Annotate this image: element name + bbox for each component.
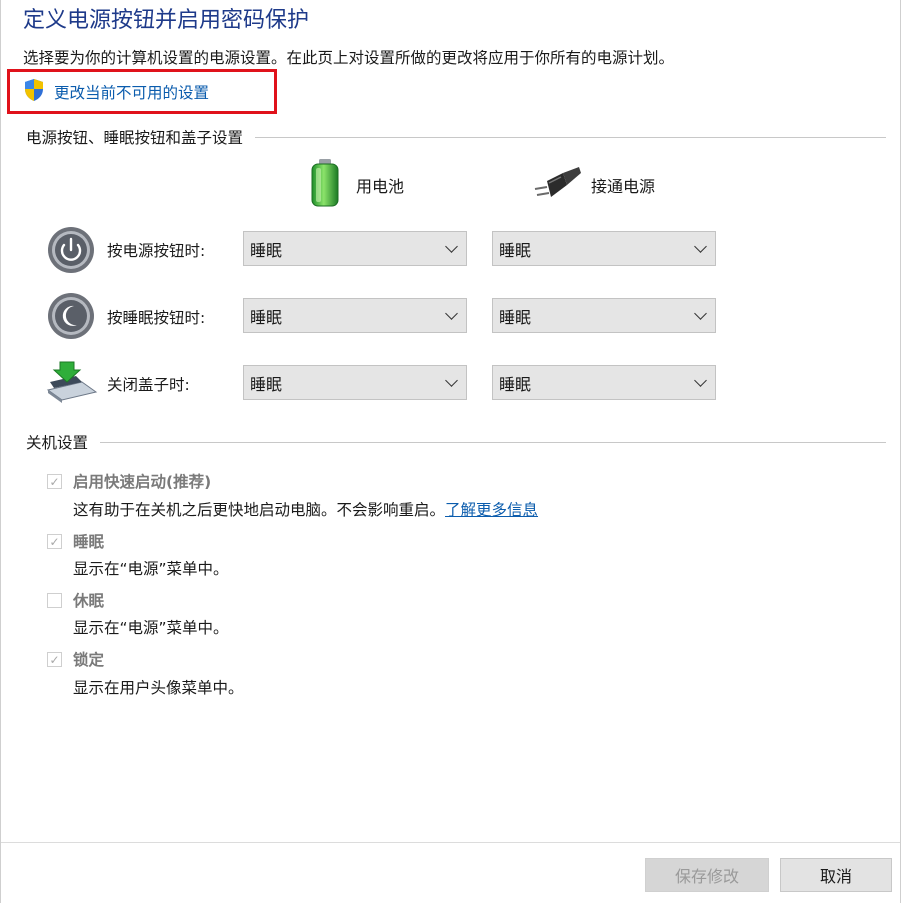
select-value: 睡眠 (250, 240, 283, 260)
select-value: 睡眠 (499, 374, 532, 394)
sleep-menu-desc: 显示在“电源”菜单中。 (73, 560, 229, 578)
section-heading-text: 电源按钮、睡眠按钮和盖子设置 (26, 129, 244, 147)
footer-divider (1, 842, 900, 843)
battery-column-header: 用电池 (304, 158, 404, 212)
page-title: 定义电源按钮并启用密码保护 (23, 8, 310, 33)
uac-shield-icon (22, 78, 46, 106)
lid-close-label: 关闭盖子时: (107, 376, 190, 394)
hibernate-menu-desc: 显示在“电源”菜单中。 (73, 619, 229, 637)
power-button-label: 按电源按钮时: (107, 242, 206, 260)
select-value: 睡眠 (250, 374, 283, 394)
change-settings-label: 更改当前不可用的设置 (54, 84, 210, 102)
laptop-lid-icon (44, 360, 98, 408)
lock-menu-label: 锁定 (73, 651, 105, 669)
fast-startup-desc-text: 这有助于在关机之后更快地启动电脑。不会影响重启。 (73, 501, 446, 519)
sleep-button-icon (46, 291, 96, 345)
lock-menu-checkbox[interactable]: ✓ (47, 652, 62, 667)
power-button-icon (46, 225, 96, 279)
section-heading-text: 关机设置 (26, 434, 89, 452)
lid-close-plugged-select[interactable]: 睡眠 (492, 365, 716, 400)
select-value: 睡眠 (250, 307, 283, 327)
learn-more-link[interactable]: 了解更多信息 (445, 501, 538, 519)
sleep-menu-label: 睡眠 (73, 533, 105, 551)
chevron-down-icon (694, 239, 707, 253)
power-plug-icon (533, 163, 583, 207)
hibernate-menu-checkbox[interactable] (47, 593, 62, 608)
select-value: 睡眠 (499, 240, 532, 260)
chevron-down-icon (694, 373, 707, 387)
sleep-button-label: 按睡眠按钮时: (107, 309, 206, 327)
fast-startup-desc: 这有助于在关机之后更快地启动电脑。不会影响重启。了解更多信息 (73, 498, 538, 520)
sleep-button-battery-select[interactable]: 睡眠 (243, 298, 467, 333)
lid-close-battery-select[interactable]: 睡眠 (243, 365, 467, 400)
power-button-battery-select[interactable]: 睡眠 (243, 231, 467, 266)
cancel-button[interactable]: 取消 (780, 858, 892, 892)
divider (255, 136, 886, 138)
select-value: 睡眠 (499, 307, 532, 327)
plugged-in-column-label: 接通电源 (591, 177, 656, 196)
change-unavailable-settings-link[interactable]: 更改当前不可用的设置 (22, 78, 209, 106)
sleep-menu-checkbox[interactable]: ✓ (47, 534, 62, 549)
plugged-in-column-header: 接通电源 (533, 163, 655, 207)
checkbox-box[interactable]: ✓ (47, 534, 62, 549)
checkbox-box[interactable]: ✓ (47, 474, 62, 489)
power-buttons-section-heading: 电源按钮、睡眠按钮和盖子设置 (26, 126, 886, 148)
fast-startup-label: 启用快速启动(推荐) (73, 473, 212, 491)
checkbox-box[interactable]: ✓ (47, 652, 62, 667)
shutdown-section-heading: 关机设置 (26, 431, 886, 453)
chevron-down-icon (445, 373, 458, 387)
fast-startup-checkbox[interactable]: ✓ (47, 474, 62, 489)
chevron-down-icon (694, 306, 707, 320)
save-changes-button[interactable]: 保存修改 (645, 858, 769, 892)
checkbox-box[interactable] (47, 593, 62, 608)
lock-menu-desc: 显示在用户头像菜单中。 (73, 679, 244, 697)
sleep-button-plugged-select[interactable]: 睡眠 (492, 298, 716, 333)
divider (100, 441, 886, 443)
power-button-plugged-select[interactable]: 睡眠 (492, 231, 716, 266)
battery-icon (304, 158, 348, 212)
hibernate-menu-label: 休眠 (73, 592, 105, 610)
chevron-down-icon (445, 239, 458, 253)
battery-column-label: 用电池 (356, 177, 405, 196)
chevron-down-icon (445, 306, 458, 320)
page-intro: 选择要为你的计算机设置的电源设置。在此页上对设置所做的更改将应用于你所有的电源计… (23, 49, 675, 67)
